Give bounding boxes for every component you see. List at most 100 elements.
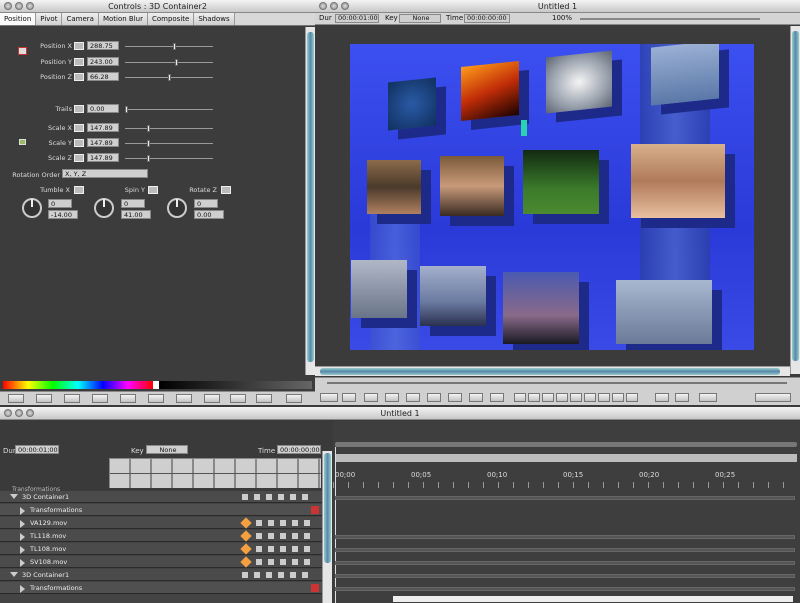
photo-card[interactable] [351,260,407,318]
loop-icon[interactable] [490,393,504,402]
timeline-hscrollbar[interactable] [393,596,793,602]
tool-button[interactable] [385,393,399,402]
scale-z-slider[interactable] [125,155,213,162]
close-icon[interactable] [4,2,12,10]
keyframe-icon[interactable] [74,42,84,50]
color-spectrum[interactable] [3,381,153,389]
track-bar[interactable] [335,587,795,591]
keyframe-icon[interactable] [221,186,231,194]
track-icon[interactable] [311,506,319,514]
go-start-icon[interactable] [514,393,526,402]
keyframe-icon[interactable] [74,124,84,132]
track-bar[interactable] [335,574,795,578]
canvas[interactable] [350,44,754,350]
dur-field[interactable]: 00:00:01;00 [15,445,59,454]
track-icons[interactable] [256,546,316,552]
playhead[interactable] [335,447,336,603]
tool-button[interactable] [755,393,791,402]
time-range-bar[interactable] [335,454,797,462]
zoom-out-icon[interactable] [427,393,441,402]
tool-button[interactable] [230,394,246,403]
tool-button[interactable] [176,394,192,403]
spin-y-dial[interactable] [94,198,114,218]
play-icon[interactable] [584,393,596,402]
keyframe-icon[interactable] [74,58,84,66]
controls-scrollbar[interactable] [305,27,315,375]
position-x-field[interactable]: 288.75 [87,41,119,50]
track-bar[interactable] [335,535,795,539]
tool-button[interactable] [148,394,164,403]
window-buttons[interactable] [4,2,34,10]
tool-button[interactable] [675,393,689,402]
track-bar[interactable] [335,561,795,565]
zoom-icon[interactable] [341,2,349,10]
scrollbar-thumb[interactable] [792,31,799,361]
photo-card[interactable] [420,266,486,326]
play-reverse-icon[interactable] [556,393,568,402]
photo-card[interactable] [388,77,436,131]
time-ruler[interactable] [333,482,797,488]
minimize-icon[interactable] [15,2,23,10]
scrollbar-thumb[interactable] [320,368,780,375]
render-button[interactable] [320,393,338,402]
zoom-icon[interactable] [26,2,34,10]
track-row[interactable]: Transformations [0,504,322,516]
keyframe-icon[interactable] [240,556,252,568]
tab-position[interactable]: Position [0,13,37,25]
track-row[interactable]: TL118.mov [0,530,322,542]
disclosure-icon[interactable] [20,533,25,541]
tool-button[interactable] [469,393,483,402]
color-icon[interactable] [448,393,462,402]
tool-row[interactable] [110,459,321,473]
position-z-slider[interactable] [125,74,213,81]
track-bar[interactable] [335,548,795,552]
photo-card[interactable] [651,44,719,106]
disclosure-icon[interactable] [20,585,25,593]
photo-card[interactable] [546,50,612,114]
disclosure-icon[interactable] [20,546,25,554]
scale-z-field[interactable]: 147.89 [87,153,119,162]
photo-card[interactable] [523,150,599,214]
zoom-in-icon[interactable] [406,393,420,402]
close-icon[interactable] [319,2,327,10]
rotate-z-dial[interactable] [167,198,187,218]
tool-button[interactable] [256,394,272,403]
work-area-bar[interactable] [335,442,797,447]
stop-icon[interactable] [570,393,582,402]
track-icons[interactable] [242,572,312,578]
tab-camera[interactable]: Camera [62,13,99,25]
track-row[interactable]: 3D Container1 [0,569,322,581]
time-field[interactable]: 00:00:00:00 [464,14,510,23]
tool-button[interactable] [8,394,24,403]
disclosure-icon[interactable] [10,572,18,577]
tool-button[interactable] [699,393,717,402]
viewer-scrollbar[interactable] [790,26,800,374]
photo-card[interactable] [461,60,519,122]
keyframe-icon[interactable] [240,543,252,555]
track-row[interactable]: 3D Container1 [0,491,322,503]
tab-composite[interactable]: Composite [147,13,195,25]
timeline-titlebar[interactable]: Untitled 1 [0,407,800,420]
tool-button[interactable] [36,394,52,403]
scrollbar-thumb[interactable] [307,32,314,362]
viewer-hscrollbar[interactable] [315,366,790,376]
time-field[interactable]: 00:00:00;00 [277,445,321,454]
trails-field[interactable]: 0.00 [87,104,119,113]
tool-button[interactable] [364,393,378,402]
position-z-field[interactable]: 66.28 [87,72,119,81]
rotate-z-degrees[interactable]: 0.00 [194,210,224,219]
track-row[interactable]: SV108.mov [0,556,322,568]
scale-x-field[interactable]: 147.89 [87,123,119,132]
color-gray-ramp[interactable] [159,381,312,389]
rotation-order-select[interactable]: X, Y, Z [62,169,148,178]
tool-row[interactable] [110,474,321,488]
track-row[interactable]: Transformations [0,582,322,594]
step-forward-icon[interactable] [598,393,610,402]
tool-button[interactable] [120,394,136,403]
track-row[interactable]: VA129.mov [0,517,322,529]
go-end-icon[interactable] [626,393,638,402]
rewind-icon[interactable] [542,393,554,402]
keyframe-icon[interactable] [74,105,84,113]
position-y-slider[interactable] [125,59,213,66]
tool-button[interactable] [342,393,356,402]
